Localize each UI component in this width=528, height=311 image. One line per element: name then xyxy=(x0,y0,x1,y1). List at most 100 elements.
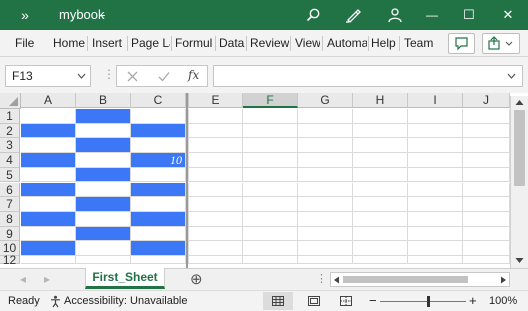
cell[interactable] xyxy=(298,138,353,154)
cell[interactable] xyxy=(463,256,510,264)
tab-file[interactable]: File xyxy=(15,35,35,52)
cell[interactable] xyxy=(76,167,131,183)
cell[interactable] xyxy=(408,256,463,264)
cell[interactable] xyxy=(21,226,76,242)
cell[interactable] xyxy=(21,256,76,264)
scroll-up-icon[interactable] xyxy=(515,99,524,106)
cell[interactable] xyxy=(76,241,131,256)
cell[interactable] xyxy=(408,167,463,183)
horizontal-scroll-thumb[interactable] xyxy=(343,276,468,283)
row-header-2[interactable]: 2 xyxy=(0,123,20,139)
cell[interactable] xyxy=(21,241,76,256)
cell[interactable] xyxy=(243,226,298,242)
comments-button[interactable] xyxy=(448,33,475,54)
cell[interactable] xyxy=(298,241,353,256)
cell[interactable] xyxy=(243,109,298,124)
cell[interactable] xyxy=(131,211,186,227)
row-header-6[interactable]: 6 xyxy=(0,182,20,198)
column-header-h[interactable]: H xyxy=(353,93,408,108)
cell[interactable] xyxy=(463,167,510,183)
enter-check-icon[interactable] xyxy=(158,71,170,82)
cell[interactable] xyxy=(189,211,243,227)
column-header-i[interactable]: I xyxy=(408,93,463,108)
row-header-4[interactable]: 4 xyxy=(0,153,20,168)
tab-page-layout[interactable]: Page La xyxy=(131,35,170,52)
cell[interactable] xyxy=(463,123,510,139)
column-header-e[interactable]: E xyxy=(189,93,243,108)
cell[interactable] xyxy=(353,167,408,183)
cell[interactable] xyxy=(463,153,510,168)
minimize-button[interactable]: — xyxy=(418,0,446,30)
cell[interactable] xyxy=(189,241,243,256)
cell[interactable] xyxy=(21,123,76,139)
cell[interactable] xyxy=(76,182,131,198)
cell-c4[interactable]: 10 xyxy=(131,153,186,168)
zoom-in-button[interactable]: + xyxy=(469,293,477,308)
cell[interactable] xyxy=(298,226,353,242)
page-break-view-icon[interactable] xyxy=(340,296,352,306)
cell[interactable] xyxy=(76,123,131,139)
row-header-8[interactable]: 8 xyxy=(0,211,20,227)
account-icon[interactable] xyxy=(382,0,408,30)
cell[interactable] xyxy=(463,241,510,256)
cell[interactable] xyxy=(76,138,131,154)
accessibility-status[interactable]: Accessibility: Unavailable xyxy=(64,295,188,307)
tab-help[interactable]: Help xyxy=(371,35,397,52)
cell[interactable] xyxy=(408,109,463,124)
row-header-12[interactable]: 12 xyxy=(0,254,20,266)
cell[interactable] xyxy=(131,197,186,212)
chevron-down-icon[interactable] xyxy=(77,73,86,79)
row-header-3[interactable]: 3 xyxy=(0,138,20,154)
cell[interactable] xyxy=(408,241,463,256)
cell[interactable] xyxy=(408,153,463,168)
sheet-tab-first-sheet[interactable]: First_Sheet xyxy=(85,268,165,289)
cell[interactable] xyxy=(243,123,298,139)
cell[interactable] xyxy=(408,197,463,212)
cell[interactable] xyxy=(353,109,408,124)
previous-sheet-icon[interactable]: ◂ xyxy=(20,272,26,286)
cell[interactable] xyxy=(243,241,298,256)
expand-toolbar-button[interactable]: » xyxy=(14,0,36,30)
cell[interactable] xyxy=(21,211,76,227)
tab-team[interactable]: Team xyxy=(404,35,434,52)
cell[interactable] xyxy=(353,182,408,198)
cell[interactable] xyxy=(189,138,243,154)
cell[interactable] xyxy=(76,256,131,264)
cell[interactable] xyxy=(243,211,298,227)
cell[interactable] xyxy=(189,226,243,242)
cell[interactable] xyxy=(21,109,76,124)
cell[interactable] xyxy=(298,211,353,227)
tab-automate[interactable]: Automa xyxy=(327,35,367,52)
cell[interactable] xyxy=(189,256,243,264)
name-box[interactable]: F13 xyxy=(5,65,91,87)
cell[interactable] xyxy=(243,182,298,198)
cell[interactable] xyxy=(298,167,353,183)
scroll-right-icon[interactable] xyxy=(500,276,507,284)
row-header-7[interactable]: 7 xyxy=(0,197,20,212)
cell[interactable] xyxy=(189,123,243,139)
spreadsheet-grid[interactable]: A B C E F G H I J 1 2 3 4 10 5 6 7 8 9 10 12 xyxy=(0,93,510,268)
row-header-1[interactable]: 1 xyxy=(0,109,20,124)
zoom-out-button[interactable]: − xyxy=(369,293,377,308)
cell[interactable] xyxy=(408,226,463,242)
tab-formulas[interactable]: Formul xyxy=(175,35,214,52)
horizontal-scrollbar[interactable] xyxy=(330,272,510,287)
cell[interactable] xyxy=(243,138,298,154)
tab-insert[interactable]: Insert xyxy=(92,35,125,52)
column-header-f[interactable]: F xyxy=(243,93,298,108)
column-header-c[interactable]: C xyxy=(131,93,186,108)
cell[interactable] xyxy=(243,153,298,168)
cell[interactable] xyxy=(298,153,353,168)
cell[interactable] xyxy=(76,153,131,168)
cell[interactable] xyxy=(76,211,131,227)
add-sheet-icon[interactable]: ⊕ xyxy=(190,270,203,288)
tab-split-handle[interactable]: ⋮ xyxy=(316,272,327,285)
cell[interactable] xyxy=(189,167,243,183)
cell[interactable] xyxy=(298,123,353,139)
cell[interactable] xyxy=(243,256,298,264)
cell[interactable] xyxy=(463,226,510,242)
cell[interactable] xyxy=(131,226,186,242)
cell[interactable] xyxy=(21,153,76,168)
vertical-scroll-thumb[interactable] xyxy=(514,110,525,186)
cell[interactable] xyxy=(21,138,76,154)
